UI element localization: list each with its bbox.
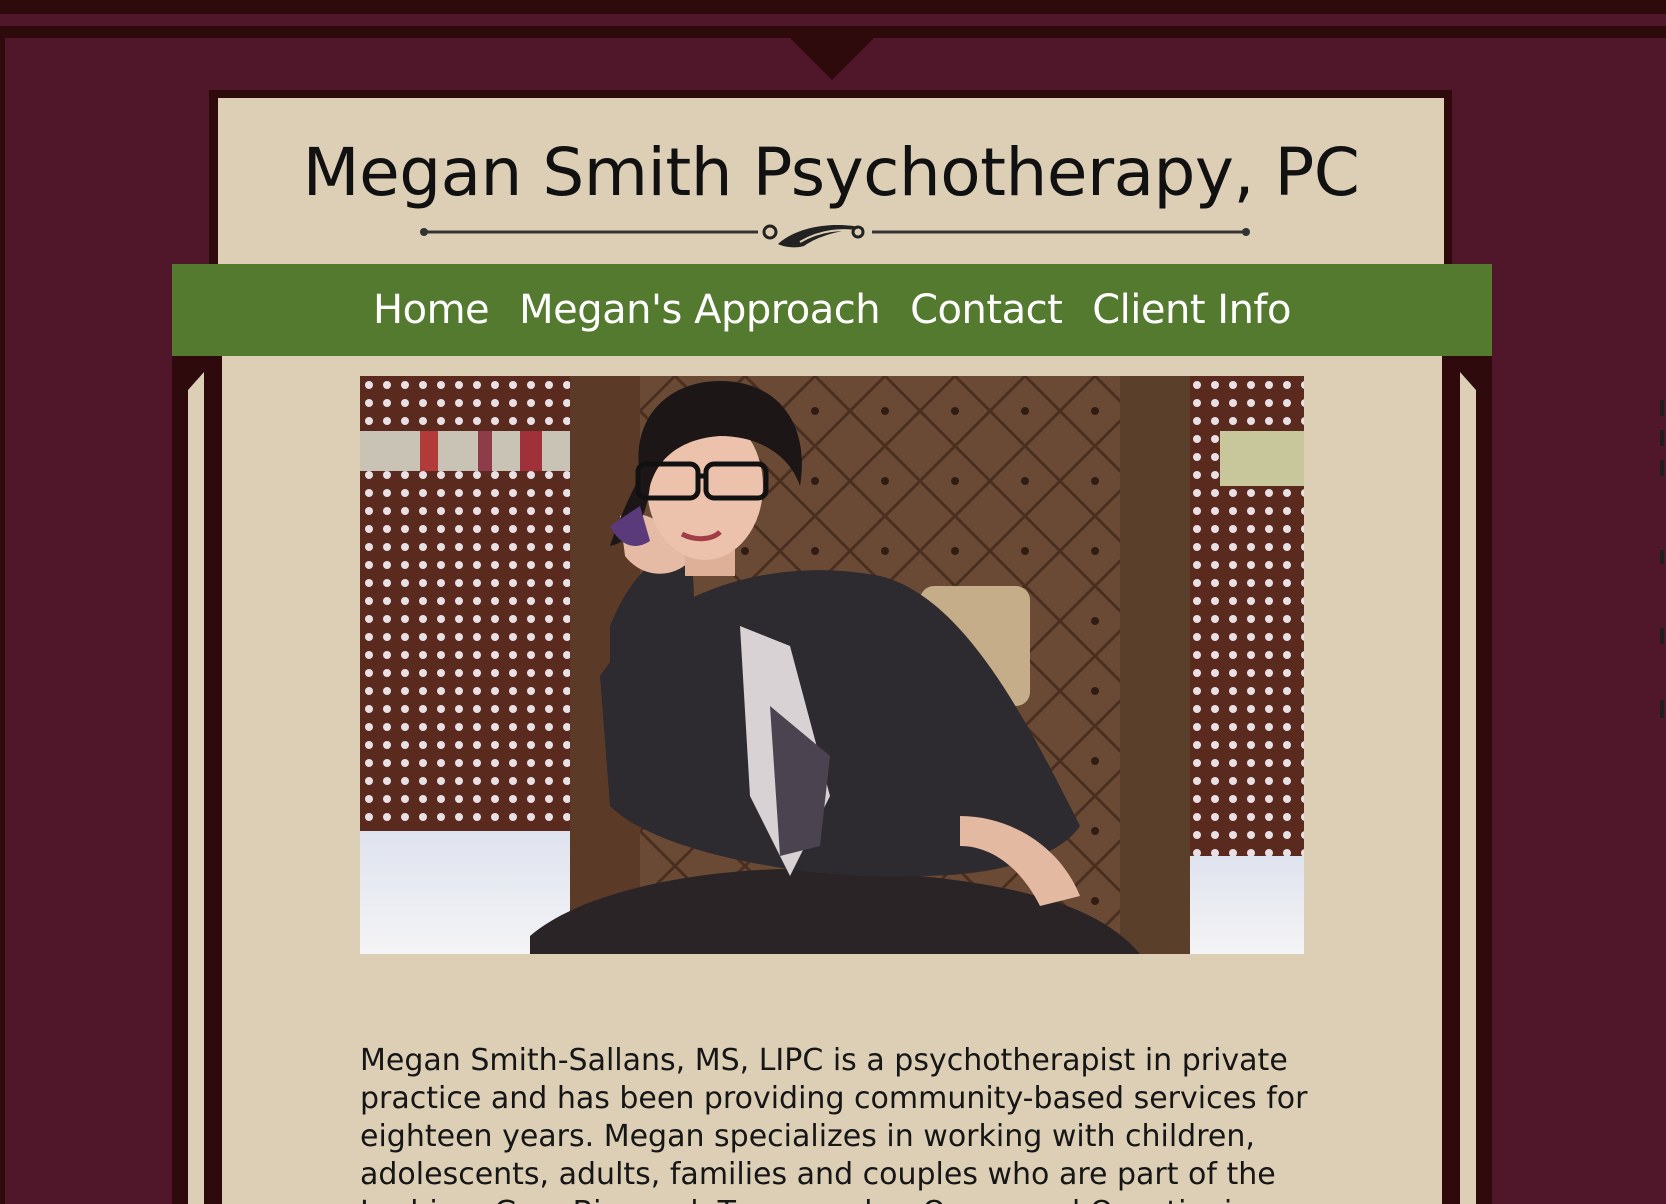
edge-cropped-text — [1660, 400, 1666, 740]
site-title[interactable]: Megan Smith Psychotherapy, PC — [218, 134, 1444, 211]
bio-paragraph: Megan Smith-Sallans, MS, LIPC is a psych… — [360, 1043, 1308, 1204]
main-nav: Home Megan's Approach Contact Client Inf… — [172, 264, 1492, 356]
top-border-lower — [0, 26, 1666, 38]
nav-client-info[interactable]: Client Info — [1092, 287, 1291, 333]
body-right-strip — [1460, 372, 1476, 1204]
hero-photo — [360, 376, 1304, 954]
nav-contact[interactable]: Contact — [910, 287, 1063, 333]
top-notch — [790, 38, 874, 80]
nav-home[interactable]: Home — [373, 287, 490, 333]
top-border-inner — [0, 14, 1666, 26]
nav-megans-approach[interactable]: Megan's Approach — [519, 287, 880, 333]
top-border — [0, 0, 1666, 14]
page: Megan Smith Psychotherapy, PC Home Megan… — [0, 0, 1666, 1204]
left-corner-notch — [188, 372, 204, 390]
flourish-divider-icon — [420, 224, 1250, 248]
left-border — [0, 38, 5, 1204]
body-left-strip — [188, 372, 204, 1204]
right-corner-notch — [1460, 372, 1476, 390]
